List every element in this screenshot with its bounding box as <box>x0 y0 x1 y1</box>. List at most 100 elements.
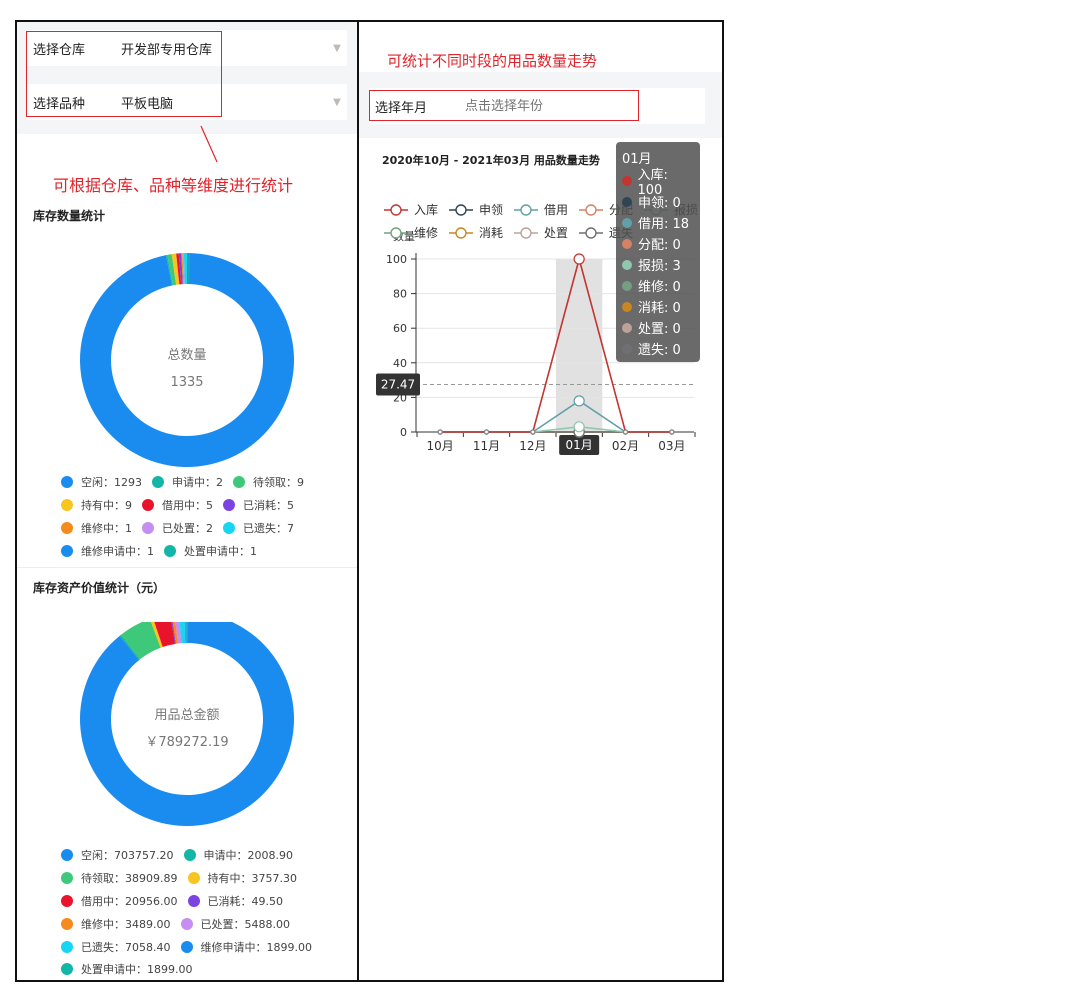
x-tick-label: 10月 <box>427 439 454 453</box>
chevron-down-icon: ▼ <box>333 96 341 108</box>
qty-legend-item[interactable]: 持有中：9 <box>61 497 132 513</box>
line-legend-marker <box>585 227 597 239</box>
value-legend-dot <box>61 917 73 930</box>
value-legend-item[interactable]: 已消耗：49.50 <box>187 893 283 909</box>
qty-center-label: 总数量 <box>167 348 206 363</box>
tooltip-row: 消耗: 0 <box>622 296 694 317</box>
y-tick-label: 80 <box>393 288 407 301</box>
tooltip-dot <box>622 343 632 354</box>
value-legend-item[interactable]: 维修申请中：1899.00 <box>180 939 312 955</box>
qty-legend: 空闲：1293 申请中：2 待领取：9 持有中：9 借用中：5 已消耗：5 维修中：1 已处置… <box>61 471 351 562</box>
qty-center-value: 1335 <box>170 375 203 390</box>
value-donut-chart: 用品总金额 ￥789272.19 <box>80 622 294 826</box>
tooltip-value: 消耗: 0 <box>638 301 681 316</box>
value-legend-item[interactable]: 已遗失：7058.40 <box>61 939 171 955</box>
value-legend-label: 借用中：20956.00 <box>81 894 178 908</box>
qty-legend-item[interactable]: 借用中：5 <box>142 497 213 513</box>
right-panel: 可统计不同时段的用品数量走势 选择年月 2020年10月 - 2021年03月 … <box>357 20 724 982</box>
qty-legend-item[interactable]: 维修中：1 <box>61 520 132 536</box>
tooltip-dot <box>622 322 632 333</box>
value-legend-label: 持有中：3757.30 <box>207 872 298 886</box>
qty-chart-title: 库存数量统计 <box>33 209 106 223</box>
value-legend-row: 待领取：38909.89 持有中：3757.30 <box>61 867 351 890</box>
value-chart-title: 库存资产价值统计（元） <box>33 581 166 595</box>
line-legend-label: 借用 <box>544 203 568 217</box>
tooltip-value: 处置: 0 <box>638 322 681 337</box>
value-legend-item[interactable]: 借用中：20956.00 <box>61 893 178 909</box>
value-legend-dot <box>61 963 73 976</box>
value-legend-row: 处置申请中：1899.00 <box>61 958 351 980</box>
qty-legend-dot <box>223 521 235 534</box>
value-legend-row: 维修中：3489.00 已处置：5488.00 <box>61 912 351 935</box>
line-legend-marker <box>455 227 467 239</box>
qty-legend-item[interactable]: 已消耗：5 <box>223 497 294 513</box>
qty-legend-label: 已处置：2 <box>162 521 213 535</box>
line-legend-item[interactable]: 申领 <box>449 203 503 217</box>
qty-legend-item[interactable]: 已处置：2 <box>142 520 213 536</box>
value-legend-item[interactable]: 已处置：5488.00 <box>180 916 290 932</box>
qty-legend-label: 维修申请中：1 <box>81 544 154 558</box>
qty-legend-item[interactable]: 待领取：9 <box>233 474 304 490</box>
value-legend-item[interactable]: 空闲：703757.20 <box>61 847 174 863</box>
qty-legend-dot <box>142 521 154 534</box>
series-point[interactable] <box>437 429 443 435</box>
qty-donut-chart: 总数量 1335 <box>80 253 294 467</box>
highlight-box <box>26 31 222 117</box>
qty-legend-item[interactable]: 处置申请中：1 <box>164 543 257 559</box>
qty-legend-dot <box>223 499 235 512</box>
value-legend-dot <box>61 872 73 885</box>
qty-legend-item[interactable]: 申请中：2 <box>152 474 223 490</box>
value-legend-row: 已遗失：7058.40 维修申请中：1899.00 <box>61 935 351 958</box>
value-center-label: 用品总金额 <box>154 707 219 723</box>
qty-legend-dot <box>61 476 73 489</box>
qty-legend-row: 空闲：1293 申请中：2 待领取：9 <box>61 471 351 494</box>
value-legend-dot <box>61 940 73 953</box>
line-legend-label: 入库 <box>414 202 438 217</box>
value-legend-label: 申请中：2008.90 <box>203 849 294 863</box>
tooltip-value: 遗失: 0 <box>638 343 681 358</box>
qty-legend-dot <box>233 476 245 489</box>
qty-legend-dot <box>142 499 154 512</box>
value-legend-item[interactable]: 维修中：3489.00 <box>61 916 171 932</box>
series-point[interactable] <box>622 429 629 435</box>
value-legend-row: 空闲：703757.20 申请中：2008.90 <box>61 844 351 867</box>
value-legend-item[interactable]: 处置申请中：1899.00 <box>61 961 193 977</box>
qty-legend-item[interactable]: 空闲：1293 <box>61 474 142 490</box>
line-legend-marker <box>520 204 532 216</box>
value-legend-item[interactable]: 申请中：2008.90 <box>183 847 294 863</box>
series-point[interactable] <box>530 429 536 435</box>
tooltip-dot <box>622 175 632 186</box>
line-legend-item[interactable]: 入库 <box>384 202 438 217</box>
qty-legend-label: 已遗失：7 <box>243 521 294 535</box>
tooltip-value: 借用: 18 <box>638 217 690 232</box>
divider <box>17 567 357 568</box>
line-legend-item[interactable]: 借用 <box>514 203 568 217</box>
series-point[interactable] <box>483 429 490 435</box>
value-legend-row: 借用中：20956.00 已消耗：49.50 <box>61 890 351 913</box>
line-legend-item[interactable]: 消耗 <box>449 226 503 240</box>
line-legend-label: 维修 <box>414 225 438 240</box>
chart-tooltip: 01月 入库: 100 申领: 0 借用: 18 分配: 0 报损: 3 维修: 0 消耗:… <box>616 142 700 362</box>
value-legend-item[interactable]: 持有中：3757.30 <box>187 870 298 886</box>
qty-legend-dot <box>152 476 164 489</box>
series-point[interactable] <box>669 429 675 435</box>
line-chart-title: 2020年10月 - 2021年03月 用品数量走势 <box>382 154 600 167</box>
tooltip-row: 报损: 3 <box>622 254 694 275</box>
value-legend-dot <box>187 872 200 885</box>
value-legend-label: 维修中：3489.00 <box>81 917 171 931</box>
value-legend-item[interactable]: 待领取：38909.89 <box>61 870 178 886</box>
series-point[interactable] <box>573 253 585 265</box>
highlight-box <box>369 90 639 121</box>
qty-legend-item[interactable]: 已遗失：7 <box>223 520 294 536</box>
qty-legend-item[interactable]: 维修申请中：1 <box>61 543 154 559</box>
tooltip-value: 分配: 0 <box>638 238 681 253</box>
line-legend-marker <box>520 227 532 239</box>
qty-legend-label: 维修中：1 <box>81 521 132 535</box>
line-legend-item[interactable]: 处置 <box>514 226 568 240</box>
series-point[interactable] <box>573 421 585 433</box>
value-legend-dot <box>187 894 200 907</box>
tooltip-row: 分配: 0 <box>622 233 694 254</box>
series-point[interactable] <box>573 395 585 407</box>
qty-legend-dot <box>61 544 73 557</box>
value-slice-0 <box>80 622 294 826</box>
